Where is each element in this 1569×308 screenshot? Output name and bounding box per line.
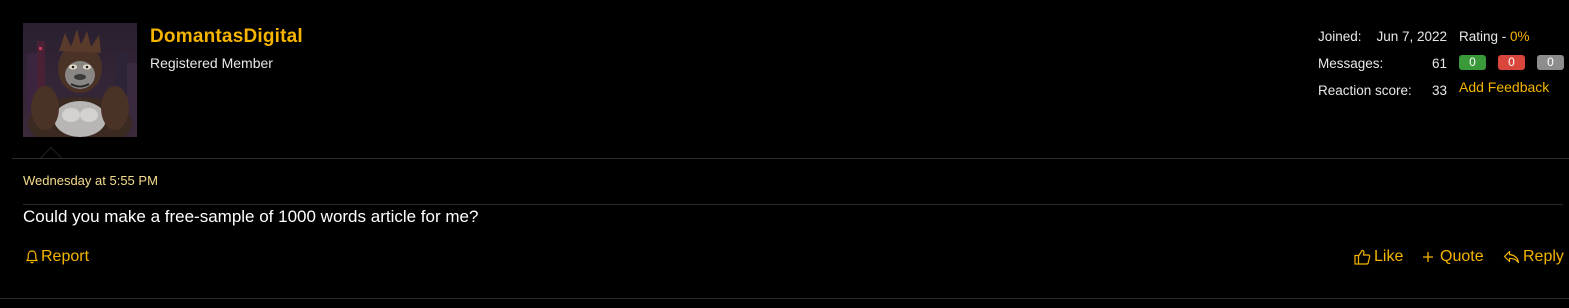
like-label: Like: [1374, 248, 1404, 265]
stat-reaction-label: Reaction score:: [1318, 83, 1412, 98]
feedback-negative-badge[interactable]: 0: [1498, 55, 1525, 70]
username[interactable]: DomantasDigital: [150, 26, 303, 48]
reply-arrow-icon: [1503, 250, 1520, 264]
avatar[interactable]: [23, 23, 137, 137]
plus-icon: [1421, 250, 1435, 264]
footer-divider: [0, 298, 1569, 299]
rating: Rating - 0%: [1459, 29, 1530, 44]
rating-label: Rating -: [1459, 29, 1511, 44]
feedback-positive-badge[interactable]: 0: [1459, 55, 1486, 70]
date-divider: [23, 204, 1563, 205]
stat-reaction-value: 33: [1431, 83, 1447, 98]
reply-label: Reply: [1523, 248, 1564, 265]
report-label: Report: [41, 248, 90, 265]
quote-button[interactable]: Quote: [1421, 248, 1484, 266]
quote-label: Quote: [1440, 248, 1484, 265]
gorilla-avatar-icon: [23, 23, 137, 137]
bell-icon: [26, 250, 38, 264]
rating-percent: 0%: [1510, 29, 1530, 44]
header-divider: [12, 158, 1569, 159]
reply-button[interactable]: Reply: [1503, 248, 1564, 266]
like-button[interactable]: Like: [1354, 248, 1403, 266]
user-title: Registered Member: [150, 55, 273, 71]
stat-joined: Joined: Jun 7, 2022: [1318, 29, 1447, 45]
report-button[interactable]: Report: [26, 248, 89, 266]
stat-messages-label: Messages:: [1318, 56, 1384, 71]
stat-joined-value: Jun 7, 2022: [1376, 29, 1447, 44]
thumbs-up-icon: [1354, 249, 1371, 265]
stat-joined-label: Joined:: [1318, 29, 1362, 44]
post-date[interactable]: Wednesday at 5:55 PM: [23, 173, 158, 188]
feedback-neutral-badge[interactable]: 0: [1537, 55, 1564, 70]
stat-messages-value: 61: [1431, 56, 1447, 71]
add-feedback-link[interactable]: Add Feedback: [1459, 79, 1549, 95]
stat-messages: Messages: 61: [1318, 56, 1447, 72]
post-message: Could you make a free-sample of 1000 wor…: [23, 207, 479, 226]
stat-reaction-score: Reaction score: 33: [1318, 83, 1447, 99]
avatar-pointer: [40, 147, 62, 158]
forum-post: DomantasDigital Registered Member Joined…: [0, 0, 1569, 308]
